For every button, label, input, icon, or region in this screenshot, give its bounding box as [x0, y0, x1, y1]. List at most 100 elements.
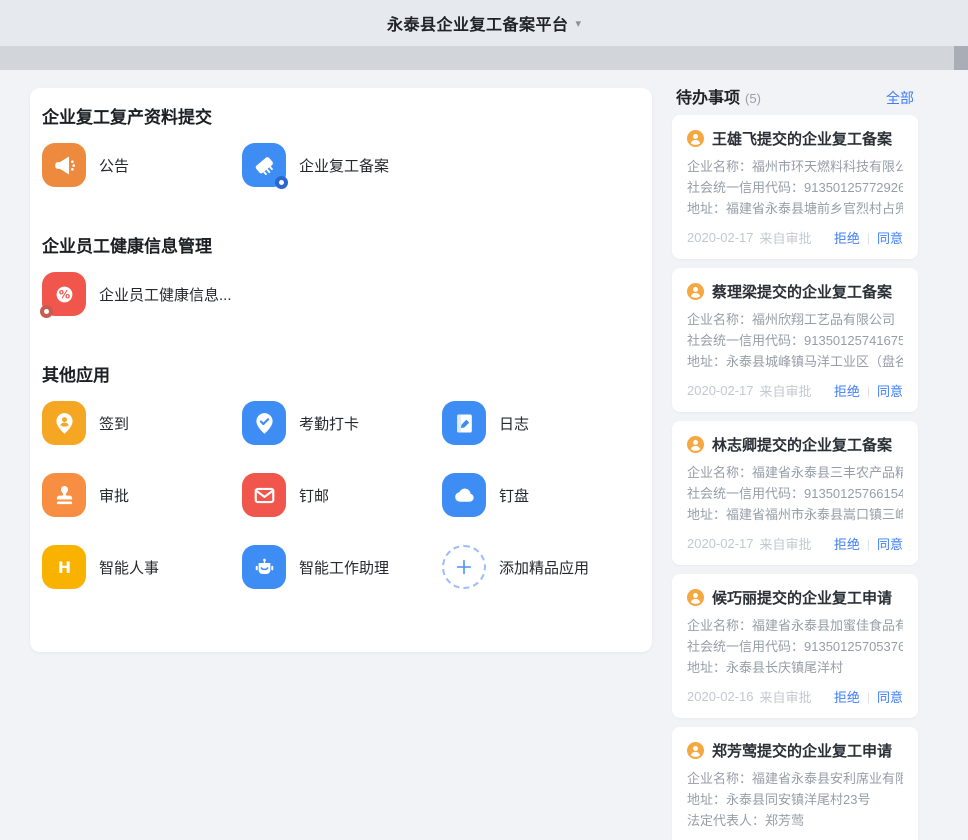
company-name: 企业名称：福建省永泰县安利席业有限... [687, 768, 903, 789]
todo-card-title: 候巧丽提交的企业复工申请 [712, 587, 892, 608]
mini-app-badge [40, 305, 53, 318]
app-add-premium[interactable]: 添加精品应用 [442, 545, 642, 589]
app-dingdrive[interactable]: 钉盘 [442, 473, 642, 517]
approval-stamp-icon [42, 473, 86, 517]
agree-button[interactable]: 同意 [877, 228, 903, 247]
todo-count: (5) [745, 91, 761, 106]
app-employee-health[interactable]: % 企业员工健康信息... [42, 272, 242, 316]
app-label: 公告 [99, 155, 129, 176]
app-attendance[interactable]: 考勤打卡 [242, 401, 442, 445]
reject-button[interactable]: 拒绝 [834, 687, 860, 706]
todo-card[interactable]: 郑芳莺提交的企业复工申请 企业名称：福建省永泰县安利席业有限... 地址：永泰县… [672, 727, 918, 840]
todo-card-title: 郑芳莺提交的企业复工申请 [712, 740, 892, 761]
legal-representative: 法定代表人：郑芳莺 [687, 810, 903, 831]
mail-icon [242, 473, 286, 517]
user-avatar-icon [687, 436, 704, 453]
app-grid-health: % 企业员工健康信息... [42, 272, 632, 316]
credit-code: 社会统一信用代码：91350125741675... [687, 330, 903, 351]
user-avatar-icon [687, 589, 704, 606]
section-title-other: 其他应用 [42, 364, 632, 388]
todo-date: 2020-02-16 [687, 689, 754, 704]
app-grid-resumption: 公告 企业复工备案 [42, 143, 632, 187]
action-divider: | [867, 537, 870, 551]
add-plus-icon [442, 545, 486, 589]
app-label: 企业复工备案 [299, 155, 389, 176]
app-grid-other: 签到 考勤打卡 日志 审批 钉邮 [42, 401, 632, 589]
chevron-down-icon[interactable]: ▾ [575, 17, 581, 30]
scrollbar-corner[interactable] [954, 46, 968, 70]
app-label: 签到 [99, 413, 129, 434]
action-divider: | [867, 231, 870, 245]
todo-date: 2020-02-17 [687, 383, 754, 398]
secondary-bar [0, 46, 968, 70]
todo-card[interactable]: 蔡理梁提交的企业复工备案 企业名称：福州欣翔工艺品有限公司 社会统一信用代码：9… [672, 268, 918, 412]
reject-button[interactable]: 拒绝 [834, 228, 860, 247]
svg-text:H: H [57, 558, 70, 577]
reject-button[interactable]: 拒绝 [834, 534, 860, 553]
reject-button[interactable]: 拒绝 [834, 381, 860, 400]
agree-button[interactable]: 同意 [877, 534, 903, 553]
app-approval[interactable]: 审批 [42, 473, 242, 517]
app-label: 企业员工健康信息... [99, 284, 232, 305]
todo-all-link[interactable]: 全部 [886, 88, 914, 108]
section-title-health: 企业员工健康信息管理 [42, 235, 632, 259]
app-dingmail[interactable]: 钉邮 [242, 473, 442, 517]
app-label: 智能人事 [99, 557, 159, 578]
address: 地址：永泰县长庆镇尾洋村 [687, 657, 903, 678]
user-avatar-icon [687, 283, 704, 300]
app-label: 日志 [499, 413, 529, 434]
app-resumption-filing[interactable]: 企业复工备案 [242, 143, 442, 187]
app-smart-assistant[interactable]: 智能工作助理 [242, 545, 442, 589]
todo-card-title: 林志卿提交的企业复工备案 [712, 434, 892, 455]
agree-button[interactable]: 同意 [877, 687, 903, 706]
todo-header: 待办事项 (5) 全部 [672, 84, 918, 106]
app-label: 智能工作助理 [299, 557, 389, 578]
address: 地址：永泰县同安镇洋尾村23号 [687, 789, 903, 810]
agree-button[interactable]: 同意 [877, 381, 903, 400]
mini-app-badge [275, 176, 288, 189]
todo-title: 待办事项 [676, 84, 740, 108]
app-announcement[interactable]: 公告 [42, 143, 242, 187]
checkin-pin-icon [42, 401, 86, 445]
user-avatar-icon [687, 742, 704, 759]
app-label: 钉盘 [499, 485, 529, 506]
assistant-robot-icon [242, 545, 286, 589]
todo-card[interactable]: 林志卿提交的企业复工备案 企业名称：福建省永泰县三丰农产品精... 社会统一信用… [672, 421, 918, 565]
todo-source: 来自审批 [760, 534, 812, 553]
workbench-panel: 企业复工复产资料提交 公告 企业复工备案 企业员工健康信息管理 % 企业员工健康… [30, 88, 652, 652]
todo-source: 来自审批 [760, 228, 812, 247]
app-label: 审批 [99, 485, 129, 506]
address: 地址：福建省福州市永泰县嵩口镇三峰... [687, 504, 903, 525]
action-divider: | [867, 690, 870, 704]
health-percent-icon: % [42, 272, 86, 316]
megaphone-icon [42, 143, 86, 187]
company-name: 企业名称：福州市环天燃料科技有限公司 [687, 156, 903, 177]
company-name: 企业名称：福建省永泰县加蜜佳食品有... [687, 615, 903, 636]
credit-code: 社会统一信用代码：91350125705376... [687, 636, 903, 657]
app-checkin[interactable]: 签到 [42, 401, 242, 445]
app-journal[interactable]: 日志 [442, 401, 642, 445]
hr-icon: H [42, 545, 86, 589]
company-name: 企业名称：福建省永泰县三丰农产品精... [687, 462, 903, 483]
credit-code: 社会统一信用代码：91350125766154... [687, 483, 903, 504]
address: 地址：永泰县城峰镇马洋工业区（盘谷... [687, 351, 903, 372]
user-avatar-icon [687, 130, 704, 147]
app-label: 钉邮 [299, 485, 329, 506]
todo-date: 2020-02-17 [687, 230, 754, 245]
app-smart-hr[interactable]: H 智能人事 [42, 545, 242, 589]
todo-card[interactable]: 王雄飞提交的企业复工备案 企业名称：福州市环天燃料科技有限公司 社会统一信用代码… [672, 115, 918, 259]
credit-code: 社会统一信用代码：91350125772926... [687, 177, 903, 198]
app-header: 永泰县企业复工备案平台 ▾ [0, 0, 968, 46]
page-title: 永泰县企业复工备案平台 [387, 11, 569, 35]
company-name: 企业名称：福州欣翔工艺品有限公司 [687, 309, 903, 330]
action-divider: | [867, 384, 870, 398]
section-title-resumption: 企业复工复产资料提交 [42, 106, 632, 130]
todo-sidebar: 待办事项 (5) 全部 王雄飞提交的企业复工备案 企业名称：福州市环天燃料科技有… [672, 84, 918, 840]
journal-icon [442, 401, 486, 445]
todo-card[interactable]: 候巧丽提交的企业复工申请 企业名称：福建省永泰县加蜜佳食品有... 社会统一信用… [672, 574, 918, 718]
svg-text:%: % [58, 288, 69, 301]
address: 地址：福建省永泰县塘前乡官烈村占兜2... [687, 198, 903, 219]
cloud-drive-icon [442, 473, 486, 517]
app-label: 添加精品应用 [499, 557, 589, 578]
todo-date: 2020-02-17 [687, 536, 754, 551]
